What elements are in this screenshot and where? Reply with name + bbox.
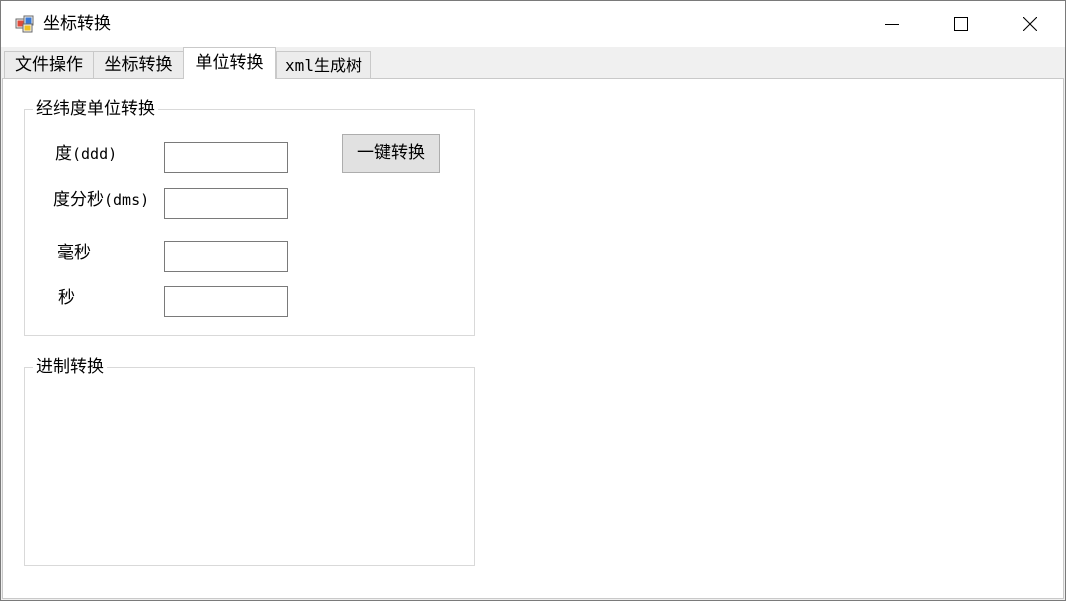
lat-lon-unit-group-title: 经纬度单位转换 xyxy=(33,98,158,120)
second-label: 秒 xyxy=(58,288,75,308)
dms-label-text: 度分秒 xyxy=(53,190,104,210)
app-window: 坐标转换 文件操作 坐标转换 单位转换 xml生成树 经纬度单位转换 度(ddd… xyxy=(0,0,1066,601)
app-icon xyxy=(15,15,34,33)
degree-unit-text: (ddd) xyxy=(72,145,118,163)
title-bar[interactable]: 坐标转换 xyxy=(1,1,1065,47)
tab-coordinate-conversion[interactable]: 坐标转换 xyxy=(93,51,184,78)
millisecond-label: 毫秒 xyxy=(57,243,91,263)
degree-label-text: 度 xyxy=(55,144,72,164)
dms-unit-text: (dms) xyxy=(104,191,150,209)
dms-label: 度分秒(dms) xyxy=(53,189,149,211)
tab-strip: 文件操作 坐标转换 单位转换 xml生成树 xyxy=(1,47,1065,79)
minimize-icon xyxy=(885,24,899,25)
one-click-convert-button[interactable]: 一键转换 xyxy=(342,134,440,173)
unit-conversion-page: 经纬度单位转换 度(ddd) 一键转换 度分秒(dms) 毫秒 秒 进制转换 xyxy=(2,78,1064,599)
tab-xml-tree[interactable]: xml生成树 xyxy=(276,51,371,78)
window-title: 坐标转换 xyxy=(43,14,111,34)
close-icon xyxy=(1023,17,1037,31)
degree-label: 度(ddd) xyxy=(55,143,117,165)
millisecond-input[interactable] xyxy=(164,241,288,272)
maximize-icon xyxy=(954,17,968,31)
second-input[interactable] xyxy=(164,286,288,317)
dms-input[interactable] xyxy=(164,188,288,219)
tab-unit-conversion[interactable]: 单位转换 xyxy=(183,47,276,79)
minimize-button[interactable] xyxy=(857,1,927,47)
close-button[interactable] xyxy=(995,1,1065,47)
lat-lon-unit-group: 经纬度单位转换 度(ddd) 一键转换 度分秒(dms) 毫秒 秒 xyxy=(24,98,475,336)
maximize-button[interactable] xyxy=(926,1,996,47)
tab-file-operations[interactable]: 文件操作 xyxy=(4,51,94,78)
radix-conversion-group: 进制转换 xyxy=(24,356,475,566)
radix-conversion-group-title: 进制转换 xyxy=(33,356,107,378)
degree-input[interactable] xyxy=(164,142,288,173)
